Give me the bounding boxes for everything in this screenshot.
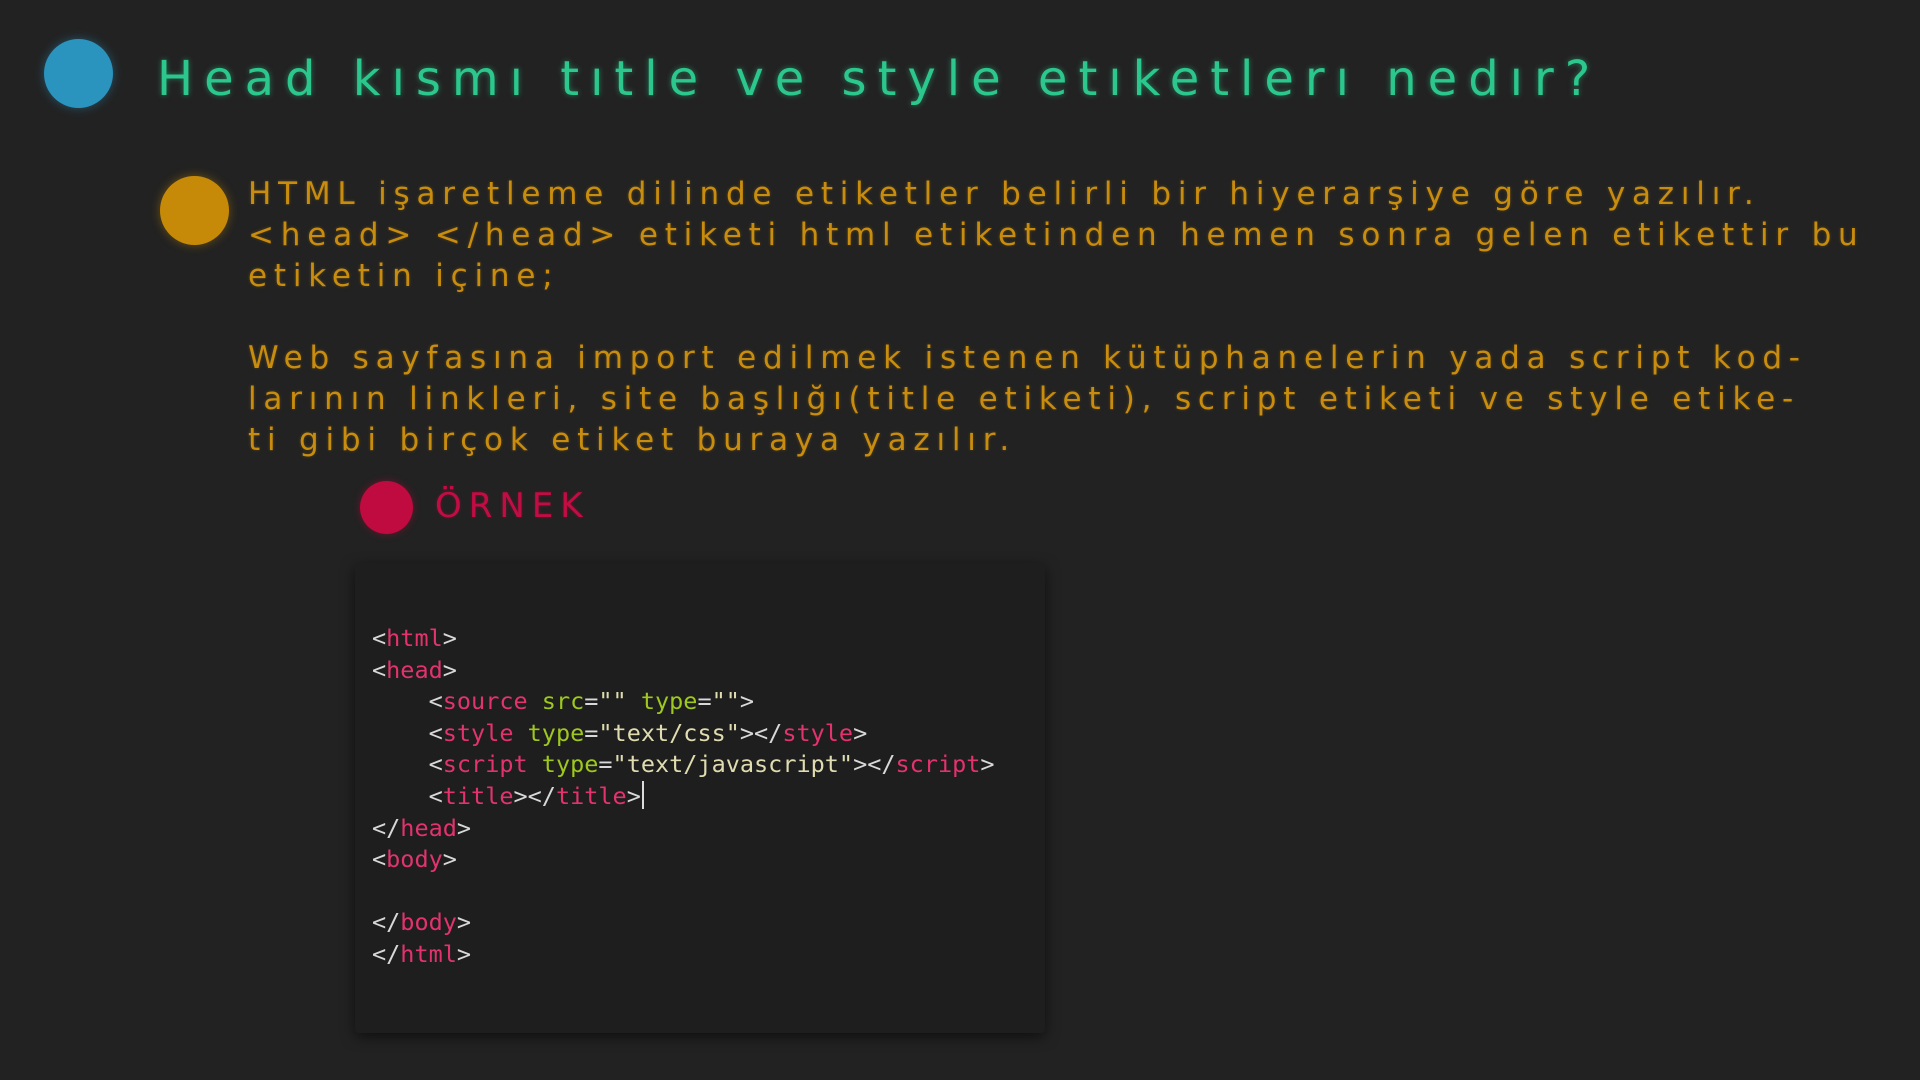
code-punct: </ <box>372 813 401 842</box>
title-bullet-icon <box>44 39 113 108</box>
code-tag-name: title <box>442 781 514 810</box>
code-tag-name: title <box>555 781 627 810</box>
code-tag-name: script <box>895 750 981 779</box>
code-punct: > <box>442 845 457 874</box>
code-punct: > <box>456 813 472 842</box>
body-line: larının linkleri, site başlığı(title eti… <box>248 381 1801 417</box>
code-tag-name: html <box>386 624 443 652</box>
code-attr-name: type <box>640 687 698 716</box>
code-attr-value: "text/css" <box>598 718 740 747</box>
code-punct: < <box>372 781 443 810</box>
code-punct: > <box>442 624 457 652</box>
code-attr-value: "" <box>711 687 740 716</box>
code-tag-name: source <box>442 687 528 716</box>
code-punct: = <box>584 687 599 716</box>
body-bullet-icon <box>160 176 229 245</box>
code-line: <title></title> <box>372 780 995 813</box>
code-punct: ></ <box>853 750 896 779</box>
code-punct: > <box>456 908 472 937</box>
code-punct: </ <box>372 939 401 968</box>
body-text: HTML işaretleme dilinde etiketler belirl… <box>248 174 1888 461</box>
code-punct: = <box>697 687 712 716</box>
code-line: <source src="" type=""> <box>372 686 995 718</box>
body-line: Web sayfasına import edilmek istenen küt… <box>248 340 1807 376</box>
code-punct: = <box>584 718 599 747</box>
code-line: </html> <box>372 939 995 971</box>
code-punct: < <box>372 845 387 874</box>
code-punct: < <box>372 750 443 779</box>
code-punct: > <box>626 781 641 810</box>
code-punct: ></ <box>739 718 783 747</box>
code-line: <html> <box>372 623 995 655</box>
code-line: <body> <box>372 844 995 876</box>
code-line: </head> <box>372 813 995 845</box>
code-punct: < <box>372 687 443 716</box>
code-punct: > <box>853 718 868 747</box>
code-line: <head> <box>372 655 995 687</box>
code-tag-name: style <box>782 718 854 747</box>
example-label: ÖRNEK <box>435 486 590 526</box>
code-tag-name: script <box>442 750 528 779</box>
code-punct: < <box>372 655 387 684</box>
code-attr-name: src <box>541 687 585 716</box>
code-example-card: <html> <head> <source src="" type=""> <st… <box>355 563 1045 1033</box>
code-line: <script type="text/javascript"></script> <box>372 749 995 781</box>
code-punct: </ <box>372 908 401 937</box>
body-line: etiketin içine; <box>248 258 560 294</box>
code-punct: > <box>739 687 755 716</box>
code-tag-name: head <box>400 813 457 842</box>
code-block: <html> <head> <source src="" type=""> <st… <box>372 623 995 971</box>
code-punct: > <box>980 750 995 779</box>
code-punct <box>514 719 528 747</box>
text-cursor-icon <box>641 780 644 809</box>
code-punct <box>528 687 542 715</box>
code-attr-value: "text/javascript" <box>612 750 854 779</box>
body-line: <head> </head> etiketi html etiketinden … <box>248 217 1865 253</box>
code-tag-name: body <box>400 908 457 937</box>
code-punct: < <box>372 718 443 747</box>
code-tag-name: head <box>386 655 443 684</box>
code-tag-name: html <box>400 939 457 968</box>
code-punct: > <box>456 939 472 968</box>
code-attr-name: type <box>541 750 599 779</box>
code-punct <box>528 750 542 778</box>
code-punct: < <box>372 624 387 652</box>
code-punct <box>627 687 641 715</box>
code-tag-name: style <box>442 718 514 747</box>
code-attr-name: type <box>527 718 585 747</box>
code-punct: ></ <box>513 781 556 810</box>
page-title: Head kısmı tıtle ve style etıketlerı ned… <box>157 51 1602 107</box>
code-punct: = <box>598 750 613 779</box>
code-tag-name: body <box>386 845 443 874</box>
code-punct: > <box>442 655 457 684</box>
body-line: HTML işaretleme dilinde etiketler belirl… <box>248 176 1761 212</box>
body-line: ti gibi birçok etiket buraya yazılır. <box>248 422 1017 458</box>
example-bullet-icon <box>360 481 413 534</box>
code-attr-value: "" <box>598 687 627 716</box>
code-line: </body> <box>372 907 995 939</box>
code-line: <style type="text/css"></style> <box>372 718 995 750</box>
